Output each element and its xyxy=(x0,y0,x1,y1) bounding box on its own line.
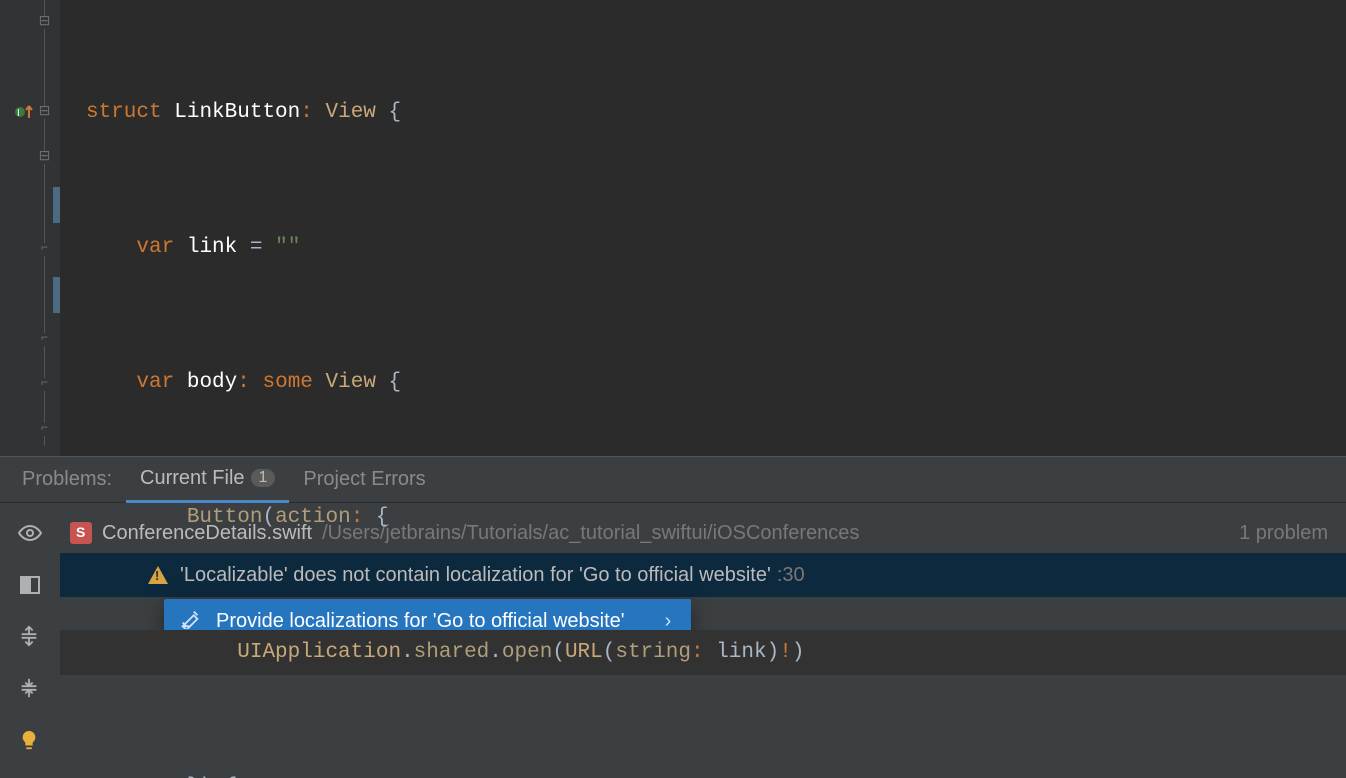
eye-icon[interactable] xyxy=(18,521,42,545)
fold-end[interactable]: ⌐ xyxy=(38,423,51,436)
gutter: I ⊟ ⊟ ⊟ ⌐ ⌐ ⌐ ⌐ xyxy=(0,0,60,456)
editor-area: I ⊟ ⊟ ⊟ ⌐ ⌐ ⌐ ⌐ struct LinkButton: View … xyxy=(0,0,1346,456)
split-icon[interactable] xyxy=(18,573,42,597)
fold-end[interactable]: ⌐ xyxy=(38,378,51,391)
override-gutter-icon[interactable]: I xyxy=(14,102,34,127)
expand-icon[interactable] xyxy=(18,625,42,649)
code-editor[interactable]: struct LinkButton: View { var link = "" … xyxy=(60,0,1346,456)
fold-toggle[interactable]: ⊟ xyxy=(38,106,51,119)
fold-end[interactable]: ⌐ xyxy=(38,333,51,346)
svg-text:I: I xyxy=(17,108,20,119)
warning-icon xyxy=(148,566,168,584)
collapse-icon[interactable] xyxy=(18,677,42,701)
bulb-icon[interactable] xyxy=(18,729,42,753)
problems-toolbar xyxy=(0,503,60,778)
fold-toggle[interactable]: ⊟ xyxy=(38,151,51,164)
swift-file-icon xyxy=(70,522,92,544)
fold-toggle[interactable]: ⊟ xyxy=(38,16,51,29)
fold-end[interactable]: ⌐ xyxy=(38,243,51,256)
